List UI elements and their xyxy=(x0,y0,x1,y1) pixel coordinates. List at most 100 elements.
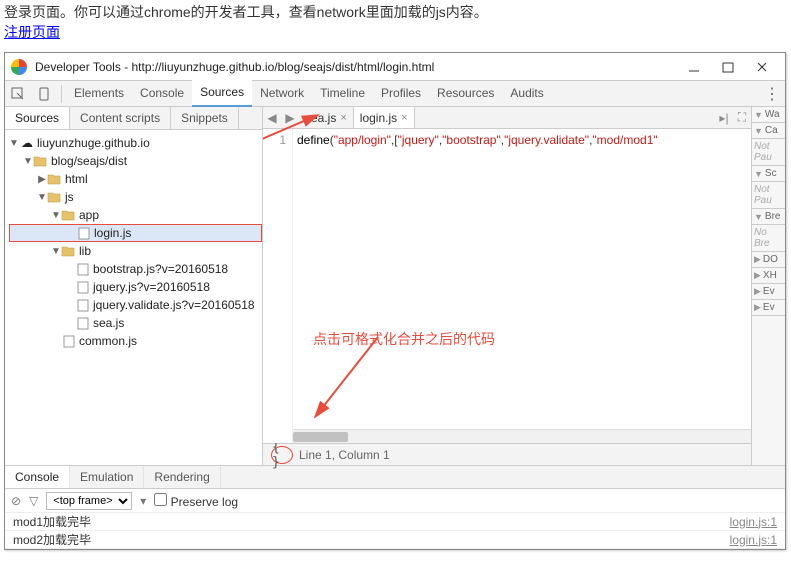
file-tab[interactable]: sea.js × xyxy=(299,107,354,128)
drawer: Console Emulation Rendering ⊘ ▽ <top fra… xyxy=(5,465,785,549)
tree-folder[interactable]: ▶ html xyxy=(9,170,262,188)
tab-profiles[interactable]: Profiles xyxy=(373,81,429,106)
code-body[interactable]: define("app/login",["jquery","bootstrap"… xyxy=(293,129,751,443)
cursor-position: Line 1, Column 1 xyxy=(299,448,390,462)
clear-console-icon[interactable]: ⊘ xyxy=(11,494,21,508)
file-tab[interactable]: login.js× xyxy=(354,107,415,128)
drawer-tab-rendering[interactable]: Rendering xyxy=(144,466,220,488)
tab-audits[interactable]: Audits xyxy=(502,81,551,106)
tree-label: jquery.js?v=20160518 xyxy=(93,280,210,294)
debugger-section[interactable]: ▼Sc xyxy=(752,166,785,182)
debugger-section[interactable]: ▶Ev xyxy=(752,284,785,300)
chevron-right-icon: ▶ xyxy=(37,174,47,185)
tree-label: common.js xyxy=(79,334,137,348)
tree-file[interactable]: jquery.js?v=20160518 xyxy=(9,278,262,296)
chevron-down-icon: ▼ xyxy=(51,246,61,257)
tree-label: html xyxy=(65,172,88,186)
debugger-sidebar: ▼Wa▼CaNotPau▼ScNotPau▼BreNoBre▶DO▶XH▶Ev▶… xyxy=(751,107,785,465)
tree-root-label: liuyunzhuge.github.io xyxy=(37,136,150,150)
drawer-tabs: Console Emulation Rendering xyxy=(5,466,785,489)
chevron-down-icon: ▼ xyxy=(51,210,61,221)
debugger-section[interactable]: NotPau xyxy=(752,139,785,166)
debugger-section[interactable]: NotPau xyxy=(752,182,785,209)
log-message: mod2加载完毕 xyxy=(13,531,730,548)
file-tabs: ◀ ▶ sea.js × login.js× ▸| ⛶ xyxy=(263,107,751,129)
chevron-icon: ▶ xyxy=(754,270,761,281)
frame-selector[interactable]: <top frame> xyxy=(46,492,132,510)
filter-icon[interactable]: ▽ xyxy=(29,494,38,508)
tree-root[interactable]: ▼ ☁ liuyunzhuge.github.io xyxy=(9,134,262,152)
window-title: Developer Tools - http://liuyunzhuge.git… xyxy=(35,60,677,74)
tree-file[interactable]: common.js xyxy=(9,332,262,350)
log-source-link[interactable]: login.js:1 xyxy=(730,533,777,547)
tree-file[interactable]: sea.js xyxy=(9,314,262,332)
pretty-print-button[interactable]: { } xyxy=(271,446,293,464)
section-label: Ev xyxy=(763,302,775,313)
maximize-editor-icon[interactable]: ⛶ xyxy=(733,110,751,125)
log-source-link[interactable]: login.js:1 xyxy=(730,515,777,529)
chevron-down-icon: ▼ xyxy=(23,156,33,167)
file-tree: ▼ ☁ liuyunzhuge.github.io ▼blog/seajs/di… xyxy=(5,130,262,465)
tab-resources[interactable]: Resources xyxy=(429,81,502,106)
folder-icon xyxy=(61,209,75,221)
debugger-section[interactable]: ▼Ca xyxy=(752,123,785,139)
close-button[interactable] xyxy=(745,57,779,77)
tree-label: js xyxy=(65,190,74,204)
horizontal-scrollbar[interactable] xyxy=(293,429,751,443)
drawer-tab-emulation[interactable]: Emulation xyxy=(70,466,144,488)
tree-folder[interactable]: ▼js xyxy=(9,188,262,206)
minimize-button[interactable] xyxy=(677,57,711,77)
tab-sources[interactable]: Sources xyxy=(192,80,252,107)
subtab-snippets[interactable]: Snippets xyxy=(171,107,239,129)
chevron-down-icon[interactable]: ▾ xyxy=(140,494,146,508)
hide-debugger-icon[interactable]: ▸| xyxy=(715,111,733,125)
debugger-section[interactable]: ▶DO xyxy=(752,252,785,268)
nav-fwd-icon[interactable]: ▶ xyxy=(281,111,299,125)
tab-timeline[interactable]: Timeline xyxy=(312,81,373,106)
debugger-section[interactable]: NoBre xyxy=(752,225,785,252)
preserve-log-checkbox[interactable] xyxy=(154,493,167,506)
tree-file[interactable]: bootstrap.js?v=20160518 xyxy=(9,260,262,278)
close-icon[interactable]: × xyxy=(401,112,407,124)
subtab-content-scripts[interactable]: Content scripts xyxy=(70,107,171,129)
folder-icon xyxy=(61,245,75,257)
editor-pane: ◀ ▶ sea.js × login.js× ▸| ⛶ 1 define("app… xyxy=(263,107,751,465)
subtab-sources[interactable]: Sources xyxy=(5,107,70,129)
debugger-section[interactable]: ▶Ev xyxy=(752,300,785,316)
tab-elements[interactable]: Elements xyxy=(66,81,132,106)
kebab-menu-icon[interactable]: ⋮ xyxy=(759,84,785,104)
tree-folder[interactable]: ▼ lib xyxy=(9,242,262,260)
file-tab-label: sea.js xyxy=(305,111,336,125)
tree-label: bootstrap.js?v=20160518 xyxy=(93,262,228,276)
section-label: Ev xyxy=(763,286,775,297)
drawer-tab-console[interactable]: Console xyxy=(5,466,70,488)
tree-file[interactable]: login.js xyxy=(9,224,262,242)
debugger-section[interactable]: ▶XH xyxy=(752,268,785,284)
preserve-log-toggle[interactable]: Preserve log xyxy=(154,493,238,509)
file-icon xyxy=(78,227,90,240)
tree-label: lib xyxy=(79,244,91,258)
tab-console[interactable]: Console xyxy=(132,81,192,106)
debugger-section[interactable]: ▼Bre xyxy=(752,209,785,225)
file-icon xyxy=(77,317,89,330)
maximize-button[interactable] xyxy=(711,57,745,77)
nav-back-icon[interactable]: ◀ xyxy=(263,111,281,125)
section-label: NotPau xyxy=(754,184,772,206)
scrollbar-thumb[interactable] xyxy=(293,432,348,442)
tree-folder[interactable]: ▼app xyxy=(9,206,262,224)
chevron-icon: ▼ xyxy=(754,110,763,120)
code-editor[interactable]: 1 define("app/login",["jquery","bootstra… xyxy=(263,129,751,443)
preserve-log-label: Preserve log xyxy=(171,495,238,509)
folder-icon xyxy=(47,173,61,185)
folder-icon xyxy=(33,155,47,167)
register-page-link[interactable]: 注册页面 xyxy=(0,22,64,48)
device-toggle-icon[interactable] xyxy=(31,87,57,101)
chevron-icon: ▶ xyxy=(754,286,761,297)
tree-file[interactable]: jquery.validate.js?v=20160518 xyxy=(9,296,262,314)
debugger-section[interactable]: ▼Wa xyxy=(752,107,785,123)
close-icon[interactable]: × xyxy=(340,112,346,124)
inspect-icon[interactable] xyxy=(5,87,31,101)
tree-folder[interactable]: ▼blog/seajs/dist xyxy=(9,152,262,170)
tab-network[interactable]: Network xyxy=(252,81,312,106)
sources-subtabs: Sources Content scripts Snippets xyxy=(5,107,262,130)
